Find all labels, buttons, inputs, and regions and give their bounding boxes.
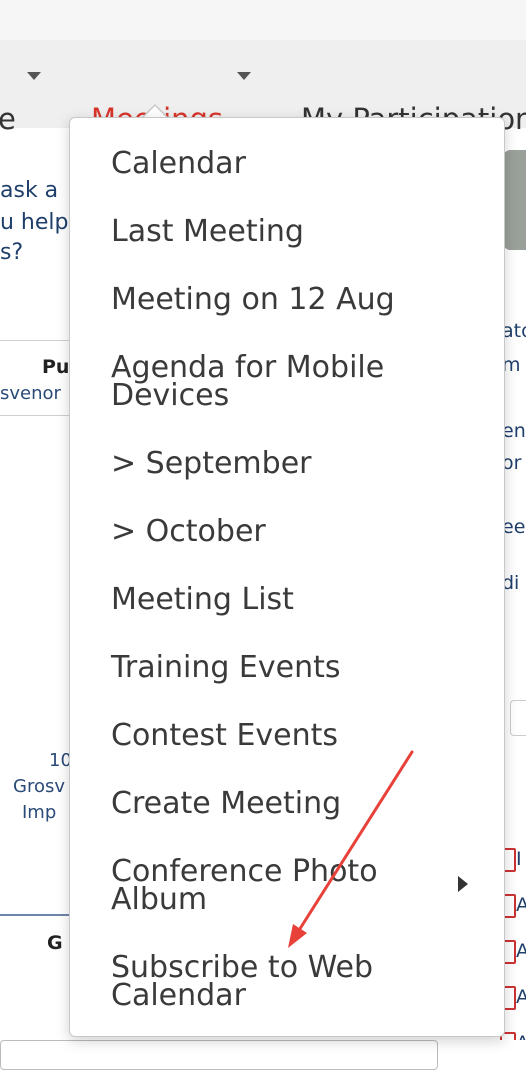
annotation-arrow-icon [288,750,414,948]
